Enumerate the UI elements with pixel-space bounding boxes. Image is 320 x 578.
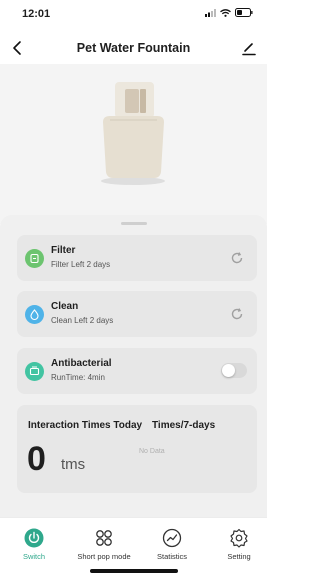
bottom-sheet: Filter Filter Left 2 days Clean Clean Le… [0, 215, 267, 517]
stats-week-label[interactable]: Times/7-days [152, 420, 215, 431]
status-bar: 12:01 [0, 0, 267, 30]
filter-card[interactable]: Filter Filter Left 2 days [17, 235, 257, 281]
tab-setting-label: Setting [227, 552, 251, 561]
status-icons [205, 8, 253, 17]
chart-icon [162, 528, 182, 548]
filter-title: Filter [51, 245, 76, 256]
interaction-stats-card: Interaction Times Today Times/7-days 0 t… [17, 405, 257, 493]
filter-reset-icon[interactable] [229, 250, 245, 266]
tab-statistics[interactable]: Statistics [142, 528, 202, 561]
page-title: Pet Water Fountain [76, 41, 191, 55]
tab-switch-label: Switch [22, 552, 46, 561]
tab-switch[interactable]: Switch [4, 528, 64, 561]
clean-icon [25, 305, 44, 324]
sheet-handle[interactable] [121, 222, 147, 225]
clean-reset-icon[interactable] [229, 306, 245, 322]
filter-icon [25, 249, 44, 268]
antibacterial-toggle[interactable] [221, 363, 247, 378]
antibacterial-card: Antibacterial RunTime: 4min [17, 348, 257, 394]
clean-title: Clean [51, 301, 79, 312]
stats-no-data: No Data [139, 448, 165, 455]
antibacterial-icon [25, 362, 44, 381]
power-icon [24, 528, 44, 548]
nav-bar: Pet Water Fountain [0, 34, 267, 64]
battery-icon [235, 8, 253, 17]
toggle-knob [222, 364, 235, 377]
home-indicator [90, 569, 178, 573]
tab-bar: Switch Short pop mode Statistics Setting [0, 517, 267, 578]
antibacterial-runtime: RunTime: 4min [51, 373, 105, 382]
fountain-image [101, 82, 165, 185]
stats-unit: tms [61, 456, 86, 473]
stats-label: Interaction Times Today [28, 420, 143, 431]
edit-icon[interactable] [239, 38, 259, 58]
wifi-icon [220, 8, 231, 17]
clean-card[interactable]: Clean Clean Left 2 days [17, 291, 257, 337]
stats-value: 0 [27, 440, 46, 478]
antibacterial-title: Antibacterial [51, 358, 112, 369]
signal-icon [205, 8, 216, 17]
tab-short-pop-mode[interactable]: Short pop mode [74, 528, 134, 561]
status-time: 12:01 [22, 8, 51, 20]
tab-setting[interactable]: Setting [209, 528, 269, 561]
filter-subtitle: Filter Left 2 days [51, 260, 111, 269]
device-image-area [0, 64, 267, 224]
gear-icon [230, 528, 248, 548]
tab-statistics-label: Statistics [156, 552, 187, 561]
clean-subtitle: Clean Left 2 days [51, 316, 114, 325]
grid-icon [96, 530, 112, 546]
tab-short-pop-mode-label: Short pop mode [77, 552, 131, 561]
